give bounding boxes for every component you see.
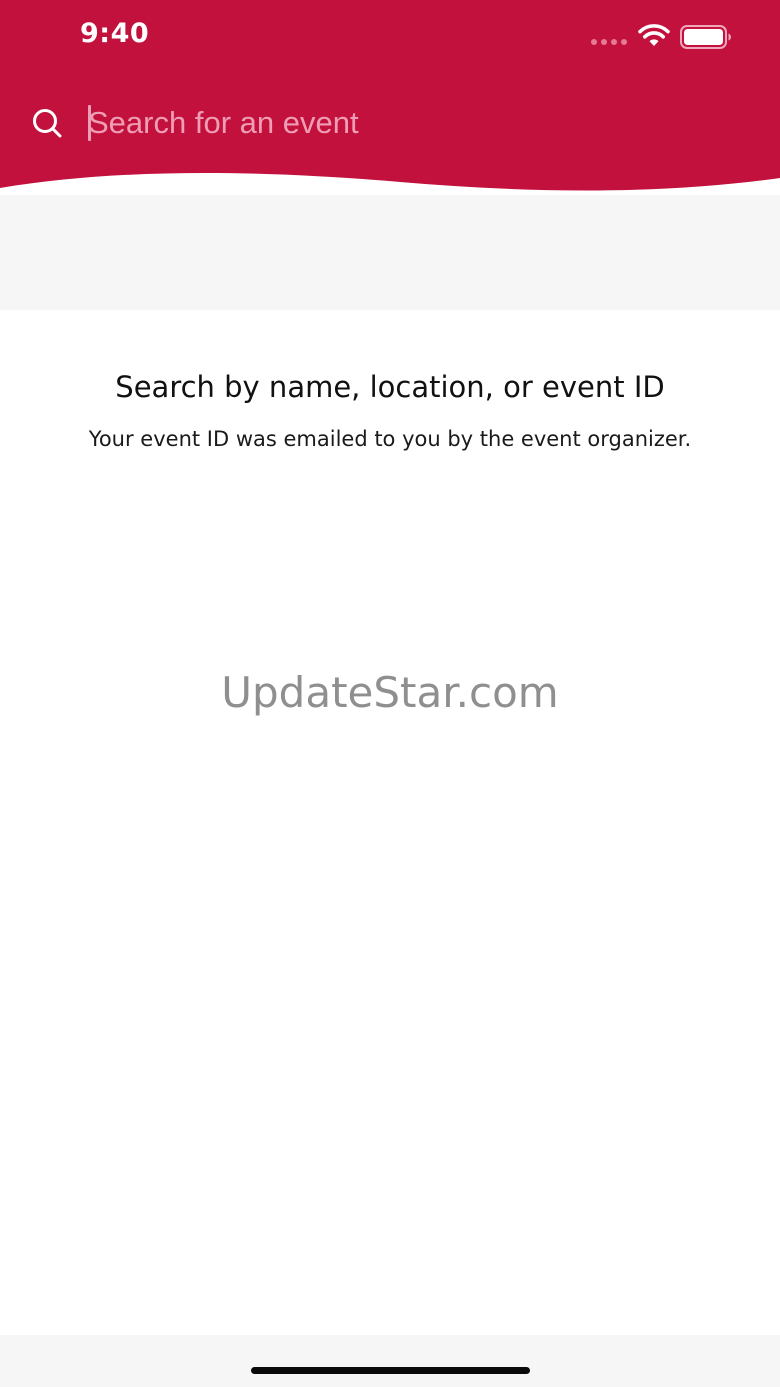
cellular-signal-icon [591, 39, 627, 45]
watermark-text: UpdateStar.com [221, 668, 559, 717]
empty-state-subtitle: Your event ID was emailed to you by the … [88, 427, 692, 451]
status-time: 9:40 [80, 18, 150, 49]
event-search-screen: 9:40 Search for an event Search by name,… [0, 0, 780, 1387]
search-input[interactable] [88, 98, 728, 148]
home-indicator[interactable] [251, 1367, 530, 1374]
bottom-safe-area [0, 1335, 780, 1387]
battery-icon [680, 25, 731, 49]
empty-state: Search by name, location, or event ID Yo… [80, 368, 700, 454]
filter-band [0, 195, 780, 310]
status-bar: 9:40 [0, 0, 780, 80]
search-bar[interactable] [0, 92, 780, 152]
wifi-icon [638, 24, 670, 46]
search-icon[interactable] [30, 106, 64, 140]
empty-state-title: Search by name, location, or event ID [115, 370, 665, 404]
header: 9:40 [0, 0, 780, 200]
